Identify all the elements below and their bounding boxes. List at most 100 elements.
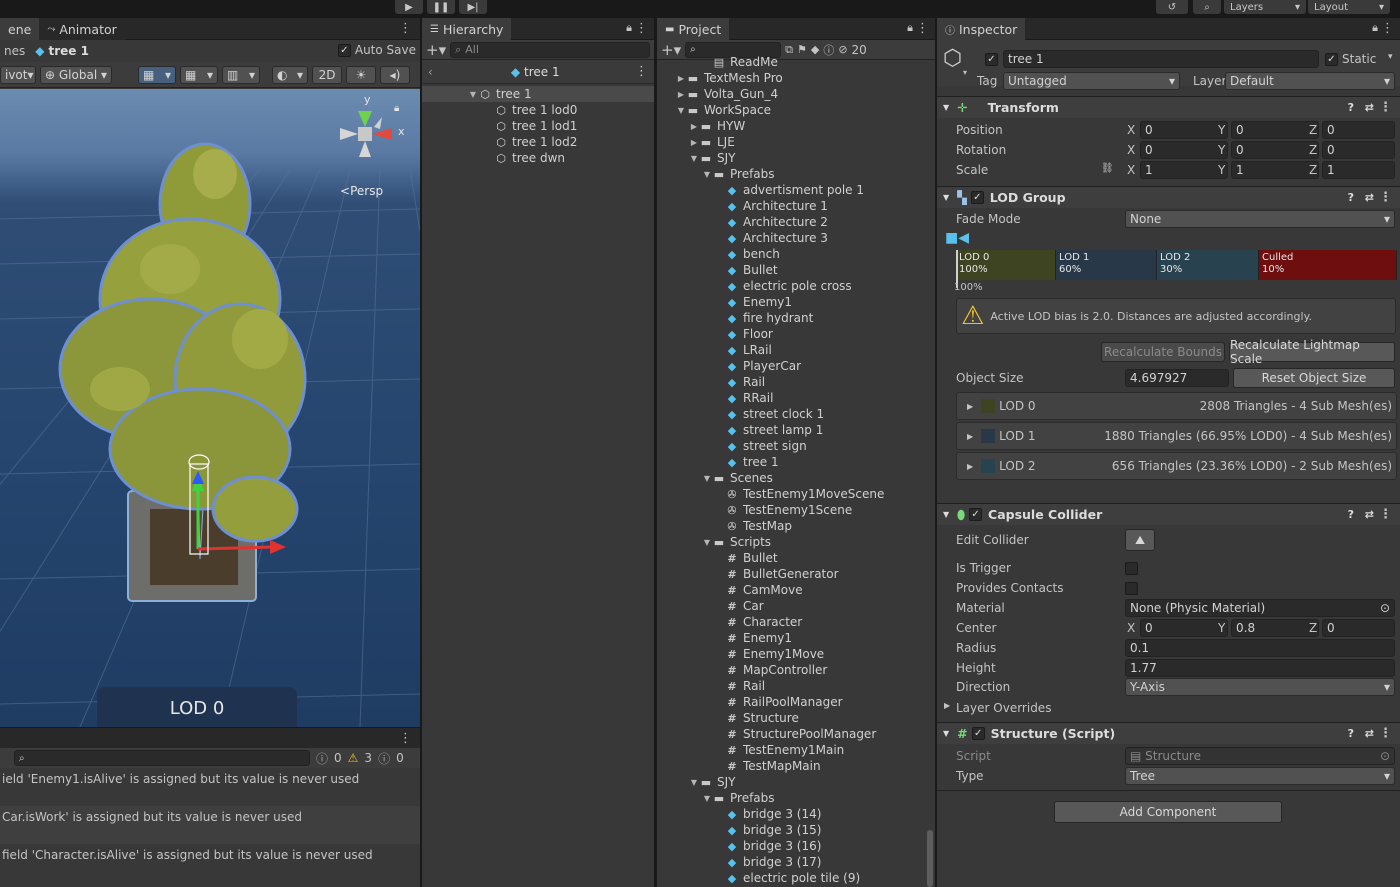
hierarchy-item[interactable]: ▼ ⬡ tree 1: [422, 86, 654, 102]
project-item[interactable]: ▼ ▬ Prefabs: [657, 166, 935, 182]
lock-icon[interactable]: 🔒︎: [626, 21, 632, 35]
expand-arrow-icon[interactable]: ▼: [702, 538, 712, 547]
is-trigger-checkbox[interactable]: [1125, 562, 1138, 575]
align-button[interactable]: ▥ ▾: [222, 65, 260, 84]
fold-arrow-icon[interactable]: ▶: [944, 701, 950, 710]
project-item[interactable]: ◆ PlayerCar: [657, 358, 935, 374]
center-y-input[interactable]: 0.8: [1231, 619, 1319, 637]
project-item[interactable]: ◆ bridge 3 (15): [657, 822, 935, 838]
project-item[interactable]: # MapController: [657, 662, 935, 678]
project-item[interactable]: ◆ Enemy1: [657, 294, 935, 310]
project-item[interactable]: # TestEnemy1Main: [657, 742, 935, 758]
hierarchy-item[interactable]: ⬡ tree 1 lod2: [422, 134, 654, 150]
transform-z-input[interactable]: 0: [1322, 121, 1395, 139]
project-item[interactable]: ◆ bridge 3 (16): [657, 838, 935, 854]
fade-mode-dropdown[interactable]: None ▾: [1125, 210, 1395, 228]
kebab-menu-icon[interactable]: ⋮: [1379, 726, 1392, 741]
recalculate-lightmap-button[interactable]: Recalculate Lightmap Scale: [1229, 338, 1395, 366]
recalculate-bounds-button[interactable]: Recalculate Bounds: [1101, 342, 1225, 362]
project-item[interactable]: ✇ TestEnemy1MoveScene: [657, 486, 935, 502]
transform-y-input[interactable]: 1: [1231, 161, 1319, 179]
camera-icon[interactable]: ■◀: [945, 230, 969, 246]
kebab-menu-icon[interactable]: ⋮: [1379, 100, 1392, 115]
scene-view[interactable]: y x 🔒︎ < Persp LOD 0: [0, 89, 420, 727]
project-item[interactable]: ▤ ReadMe: [657, 54, 935, 70]
tab-scene[interactable]: ene: [0, 17, 40, 40]
lock-icon[interactable]: 🔒︎: [907, 21, 913, 35]
audio-button[interactable]: ◂): [380, 65, 410, 84]
increment-snap-button[interactable]: ▦ ▾: [180, 65, 218, 84]
kebab-menu-icon[interactable]: ⋮: [916, 21, 929, 36]
fold-arrow-icon[interactable]: ▼: [943, 510, 949, 519]
help-icon[interactable]: ?: [1348, 101, 1354, 114]
grid-snap-button[interactable]: ▦ ▾: [138, 65, 176, 84]
fold-arrow-icon[interactable]: ▼: [943, 729, 949, 738]
expand-arrow-icon[interactable]: ▼: [468, 90, 478, 99]
shading-button[interactable]: ◐ ▾: [272, 65, 308, 84]
warning-icon[interactable]: ⚠: [348, 751, 359, 765]
auto-save-checkbox[interactable]: ✓: [337, 43, 351, 57]
capsule-collider-header[interactable]: ▼ ⬮ ✓ Capsule Collider ? ⇄ ⋮: [937, 503, 1400, 525]
project-item[interactable]: ▶ ▬ HYW: [657, 118, 935, 134]
project-item[interactable]: ◆ Bullet: [657, 262, 935, 278]
layers-dropdown[interactable]: Layers ▾: [1224, 0, 1306, 14]
project-item[interactable]: # Rail: [657, 678, 935, 694]
project-item[interactable]: ▶ ▬ LJE: [657, 134, 935, 150]
object-picker-icon[interactable]: ⊙: [1380, 601, 1390, 615]
preset-icon[interactable]: ⇄: [1365, 508, 1374, 521]
fold-arrow-icon[interactable]: ▼: [943, 193, 949, 202]
kebab-menu-icon[interactable]: ⋮: [635, 21, 648, 36]
pivot-dropdown[interactable]: ivot ▾: [0, 65, 36, 84]
kebab-menu-icon[interactable]: ⋮: [399, 731, 412, 746]
persp-label-container[interactable]: < Persp: [340, 184, 383, 198]
layer-dropdown[interactable]: Default ▾: [1225, 72, 1395, 90]
console-message[interactable]: ield 'Enemy1.isAlive' is assigned but it…: [0, 768, 420, 806]
lod-bar-segment[interactable]: LOD 1 60%: [1056, 250, 1157, 280]
project-item[interactable]: ▼ ▬ SJY: [657, 150, 935, 166]
project-item[interactable]: ◆ electric pole tile (9): [657, 870, 935, 886]
help-icon[interactable]: ?: [1348, 191, 1354, 204]
project-item[interactable]: ◆ RRail: [657, 390, 935, 406]
global-dropdown[interactable]: ⊕ Global ▾: [40, 65, 112, 84]
project-item[interactable]: ◆ bridge 3 (17): [657, 854, 935, 870]
lod-list-item[interactable]: ▶ LOD 1 1880 Triangles (66.95% LOD0) - 4 S…: [956, 422, 1397, 450]
console-message[interactable]: Car.isWork' is assigned but its value is…: [0, 806, 420, 844]
transform-header[interactable]: ▼ ✛ Transform ? ⇄ ⋮: [937, 96, 1400, 118]
static-checkbox[interactable]: ✓: [1325, 53, 1338, 66]
project-item[interactable]: ▼ ▬ Scenes: [657, 470, 935, 486]
hierarchy-item[interactable]: ⬡ tree dwn: [422, 150, 654, 166]
tag-dropdown[interactable]: Untagged ▾: [1003, 72, 1180, 90]
lod-list-item[interactable]: ▶ LOD 0 2808 Triangles - 4 Sub Mesh(es): [956, 392, 1397, 420]
structure-script-header[interactable]: ▼ # ✓ Structure (Script) ? ⇄ ⋮: [937, 722, 1400, 744]
project-item[interactable]: ◆ bench: [657, 246, 935, 262]
expand-arrow-icon[interactable]: ▼: [676, 106, 686, 115]
project-item[interactable]: ◆ street sign: [657, 438, 935, 454]
project-item[interactable]: # Car: [657, 598, 935, 614]
kebab-menu-icon[interactable]: ⋮: [635, 64, 648, 79]
transform-z-input[interactable]: 0: [1322, 141, 1395, 159]
project-item[interactable]: ◆ tree 1: [657, 454, 935, 470]
object-name-input[interactable]: tree 1: [1003, 50, 1319, 68]
collapse-arrow-icon[interactable]: ▶: [689, 122, 699, 131]
reset-object-size-button[interactable]: Reset Object Size: [1233, 368, 1395, 388]
help-icon[interactable]: ?: [1348, 727, 1354, 740]
project-item[interactable]: # Enemy1: [657, 630, 935, 646]
project-item[interactable]: # TestMapMain: [657, 758, 935, 774]
add-component-button[interactable]: Add Component: [1054, 801, 1282, 823]
project-item[interactable]: # StructurePoolManager: [657, 726, 935, 742]
edit-collider-button[interactable]: ⛰: [1125, 529, 1155, 551]
lod-bar[interactable]: LOD 0 100% LOD 1 60% LOD 2 30% Culled 10%: [956, 250, 1397, 280]
pause-button[interactable]: ❚❚: [427, 0, 455, 14]
play-button[interactable]: ▶: [395, 0, 423, 14]
expand-arrow-icon[interactable]: ▼: [702, 170, 712, 179]
project-item[interactable]: ▼ ▬ Scripts: [657, 534, 935, 550]
transform-x-input[interactable]: 0: [1140, 141, 1228, 159]
layer-overrides-label[interactable]: Layer Overrides: [956, 701, 1051, 715]
transform-y-input[interactable]: 0: [1231, 141, 1319, 159]
gameobject-icon[interactable]: ⬡: [943, 46, 962, 71]
kebab-menu-icon[interactable]: ⋮: [399, 21, 412, 36]
chevron-down-icon[interactable]: ▾: [963, 68, 967, 77]
help-icon[interactable]: ?: [1348, 508, 1354, 521]
fold-arrow-icon[interactable]: ▶: [967, 462, 973, 471]
lod-bar-segment[interactable]: Culled 10%: [1259, 250, 1397, 280]
